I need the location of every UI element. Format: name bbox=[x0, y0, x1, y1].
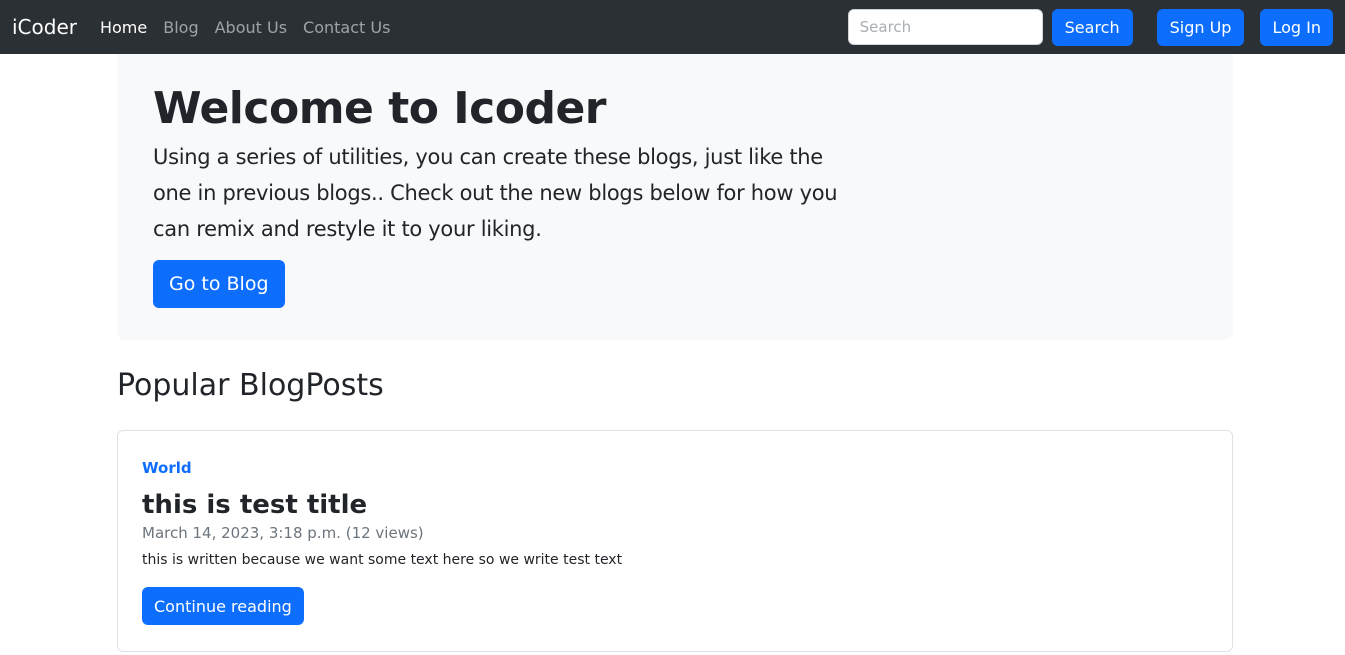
nav-links: Home Blog About Us Contact Us bbox=[100, 18, 406, 37]
search-button[interactable]: Search bbox=[1051, 8, 1133, 46]
go-to-blog-button[interactable]: Go to Blog bbox=[153, 260, 285, 308]
popular-posts-heading: Popular BlogPosts bbox=[117, 368, 384, 403]
post-meta: March 14, 2023, 3:18 p.m. (12 views) bbox=[142, 524, 424, 542]
blog-post-card: World this is test title March 14, 2023,… bbox=[117, 430, 1233, 652]
nav-actions: Search Sign Up Log In bbox=[847, 8, 1333, 46]
continue-reading-button[interactable]: Continue reading bbox=[142, 587, 304, 625]
sign-up-button[interactable]: Sign Up bbox=[1156, 8, 1245, 46]
post-excerpt: this is written because we want some tex… bbox=[142, 552, 623, 568]
log-in-button[interactable]: Log In bbox=[1260, 8, 1333, 46]
nav-link-contact[interactable]: Contact Us bbox=[303, 18, 390, 37]
nav-link-home[interactable]: Home bbox=[100, 18, 147, 37]
post-title: this is test title bbox=[142, 490, 368, 520]
navbar: iCoder Home Blog About Us Contact Us Sea… bbox=[0, 0, 1345, 54]
post-category[interactable]: World bbox=[142, 457, 1208, 479]
nav-link-blog[interactable]: Blog bbox=[163, 18, 198, 37]
search-input[interactable] bbox=[847, 9, 1043, 45]
hero-section: Welcome to Icoder Using a series of util… bbox=[117, 54, 1233, 340]
main-content: Welcome to Icoder Using a series of util… bbox=[117, 54, 1233, 652]
nav-link-about[interactable]: About Us bbox=[215, 18, 287, 37]
hero-title: Welcome to Icoder bbox=[153, 83, 607, 134]
brand-logo[interactable]: iCoder bbox=[12, 15, 77, 39]
hero-text: Using a series of utilities, you can cre… bbox=[153, 145, 838, 241]
